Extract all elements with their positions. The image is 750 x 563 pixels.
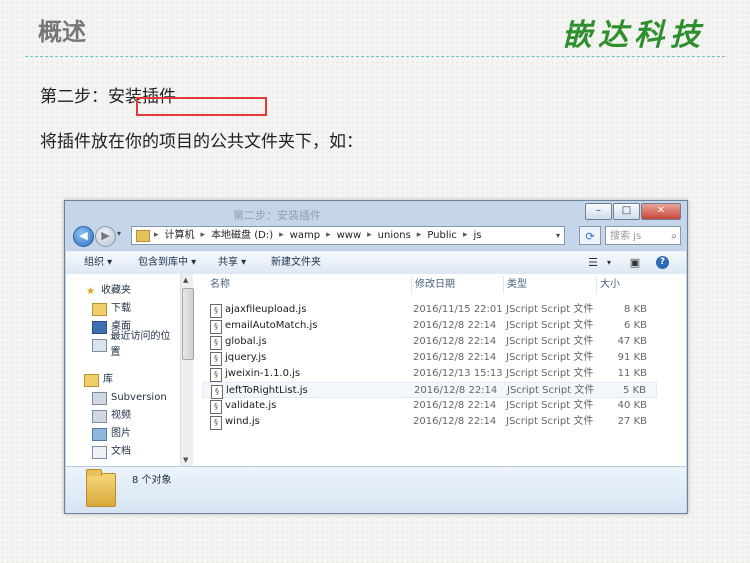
- navigation-pane: ★ 收藏夹 下载 桌面 最近访问的位置 库 Subversion 视频 图片 文…: [66, 274, 178, 466]
- crumb-computer[interactable]: 计算机: [165, 226, 195, 245]
- column-date[interactable]: 修改日期: [415, 277, 455, 293]
- search-placeholder: 搜索 js: [610, 231, 642, 242]
- explorer-window: 第二步：安装插件 – □ ✕ ◀ ▶ ▾ ▸ 计算机 ▸ 本地磁盘 (D:) ▸ w…: [64, 200, 688, 514]
- search-icon: ⌕: [671, 231, 677, 242]
- command-toolbar: 组织 ▾ 包含到库中 ▾ 共享 ▾ 新建文件夹 ☰ ▾ ▣ ?: [66, 251, 686, 275]
- desktop-icon: [92, 320, 107, 334]
- documents-icon: [92, 445, 107, 459]
- recent-places-icon: [92, 338, 107, 352]
- forward-button[interactable]: ▶: [95, 226, 116, 247]
- recent-pages-dropdown[interactable]: ▾: [117, 229, 121, 238]
- address-dropdown-icon[interactable]: ▾: [556, 226, 560, 245]
- script-file-icon: §: [210, 368, 222, 382]
- column-divider: [503, 276, 504, 294]
- picture-library-icon: [92, 427, 107, 441]
- address-bar[interactable]: ▸ 计算机 ▸ 本地磁盘 (D:) ▸ wamp ▸ www ▸ unions ▸ Pub…: [131, 226, 565, 245]
- arrow-right-icon: ▶: [101, 229, 110, 242]
- window-title: 第二步：安装插件: [233, 209, 321, 222]
- column-size[interactable]: 大小: [600, 277, 620, 293]
- file-row[interactable]: § jquery.js 2016/12/8 22:14 JScript Scri…: [202, 350, 657, 366]
- window-controls: – □ ✕: [584, 203, 681, 220]
- chevron-right-icon: ▸: [462, 230, 468, 240]
- file-row[interactable]: § wind.js 2016/12/8 22:14 JScript Script…: [202, 414, 657, 430]
- script-file-icon: §: [210, 416, 222, 430]
- refresh-button[interactable]: ⟳: [579, 226, 601, 245]
- view-options-icon[interactable]: ☰: [586, 256, 600, 269]
- brand-logo: 嵌达科技: [562, 18, 706, 53]
- nav-videos[interactable]: 视频: [92, 408, 131, 424]
- new-folder-button[interactable]: 新建文件夹: [271, 252, 321, 274]
- downloads-folder-icon: [92, 302, 107, 316]
- nav-subversion[interactable]: Subversion: [92, 390, 167, 406]
- chevron-right-icon: ▸: [326, 230, 331, 240]
- nav-libraries[interactable]: 库: [84, 372, 113, 388]
- crumb-local-disk[interactable]: 本地磁盘 (D:): [211, 226, 273, 245]
- scroll-down-icon[interactable]: ▼: [183, 456, 188, 464]
- crumb-public[interactable]: Public: [427, 226, 457, 245]
- crumb-wamp[interactable]: wamp: [290, 226, 320, 245]
- file-row[interactable]: § global.js 2016/12/8 22:14 JScript Scri…: [202, 334, 657, 350]
- include-library-button[interactable]: 包含到库中 ▾: [138, 252, 196, 274]
- chevron-right-icon: ▸: [367, 230, 372, 240]
- item-count: 8 个对象: [132, 475, 172, 486]
- preview-pane-icon[interactable]: ▣: [628, 256, 642, 269]
- script-file-icon: §: [210, 304, 222, 318]
- status-bar: 8 个对象: [66, 466, 686, 513]
- column-divider: [411, 276, 412, 294]
- view-dropdown-icon[interactable]: ▾: [602, 256, 616, 269]
- star-icon: ★: [86, 285, 95, 297]
- file-row[interactable]: § jweixin-1.1.0.js 2016/12/13 15:13 JScr…: [202, 366, 657, 382]
- crumb-www[interactable]: www: [337, 226, 362, 245]
- video-library-icon: [92, 409, 107, 423]
- nav-pictures[interactable]: 图片: [92, 426, 131, 442]
- explorer-content: ★ 收藏夹 下载 桌面 最近访问的位置 库 Subversion 视频 图片 文…: [66, 274, 686, 466]
- script-file-icon: §: [210, 352, 222, 366]
- address-row: ◀ ▶ ▾ ▸ 计算机 ▸ 本地磁盘 (D:) ▸ wamp ▸ www ▸ union…: [71, 225, 681, 247]
- column-type[interactable]: 类型: [507, 277, 527, 293]
- script-file-icon: §: [210, 400, 222, 414]
- step-description: 将插件放在你的项目的公共文件夹下，如：: [40, 132, 363, 152]
- scrollbar-thumb[interactable]: [182, 288, 194, 360]
- script-file-icon: §: [210, 320, 222, 334]
- share-button[interactable]: 共享 ▾: [218, 252, 246, 274]
- script-file-icon: §: [211, 385, 223, 399]
- document-library-icon: [92, 391, 107, 405]
- nav-favorites[interactable]: ★ 收藏夹: [84, 283, 131, 299]
- script-file-icon: §: [210, 336, 222, 350]
- refresh-icon: ⟳: [585, 230, 595, 243]
- close-button[interactable]: ✕: [641, 203, 681, 220]
- arrow-left-icon: ◀: [79, 229, 88, 242]
- folder-icon: [86, 469, 116, 507]
- maximize-button[interactable]: □: [613, 203, 640, 220]
- nav-documents[interactable]: 文档: [92, 444, 131, 460]
- chevron-right-icon: ▸: [200, 230, 206, 240]
- minimize-button[interactable]: –: [585, 203, 612, 220]
- crumb-unions[interactable]: unions: [378, 226, 411, 245]
- search-input[interactable]: 搜索 js ⌕: [605, 226, 681, 245]
- library-icon: [84, 373, 99, 387]
- folder-icon: [136, 229, 150, 242]
- chevron-right-icon: ▸: [416, 230, 422, 240]
- title-divider: [25, 56, 725, 57]
- slide-title: 概述: [38, 18, 86, 46]
- column-name[interactable]: 名称: [210, 277, 230, 293]
- highlight-box: [136, 97, 267, 116]
- column-divider: [596, 276, 597, 294]
- file-row[interactable]: § validate.js 2016/12/8 22:14 JScript Sc…: [202, 398, 657, 414]
- nav-downloads[interactable]: 下载: [92, 301, 131, 317]
- organize-button[interactable]: 组织 ▾: [84, 252, 112, 274]
- chevron-right-icon: ▸: [279, 230, 284, 240]
- help-icon[interactable]: ?: [656, 256, 669, 269]
- scroll-up-icon[interactable]: ▲: [183, 276, 188, 284]
- navigation-scrollbar[interactable]: ▲ ▼: [180, 274, 194, 466]
- crumb-js[interactable]: js: [473, 226, 481, 245]
- file-row[interactable]: § emailAutoMatch.js 2016/12/8 22:14 JScr…: [202, 318, 657, 334]
- nav-recent-places[interactable]: 最近访问的位置: [92, 331, 178, 358]
- file-list: 名称 修改日期 类型 大小 § ajaxfileupload.js 2016/1…: [196, 274, 686, 466]
- chevron-right-icon: ▸: [154, 230, 159, 240]
- file-row-selected[interactable]: § leftToRightList.js 2016/12/8 22:14 JSc…: [202, 382, 657, 399]
- back-button[interactable]: ◀: [73, 226, 94, 247]
- file-row[interactable]: § ajaxfileupload.js 2016/11/15 22:01 JSc…: [202, 302, 657, 318]
